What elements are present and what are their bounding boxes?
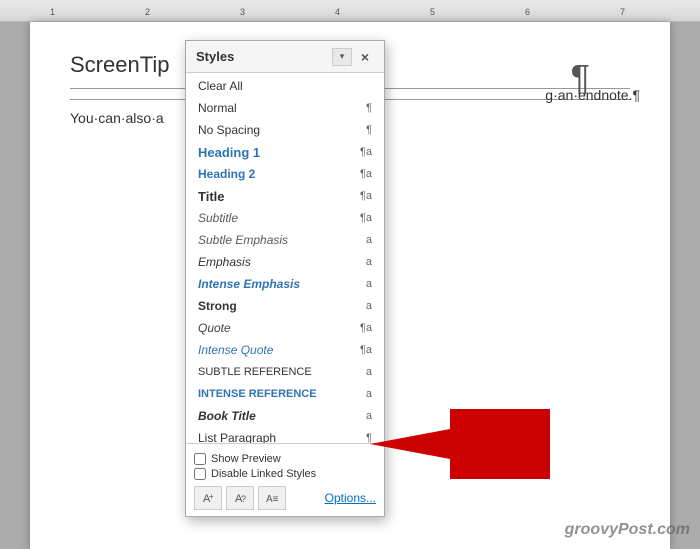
style-item-label: Quote: [198, 321, 231, 335]
style-item-subtitle[interactable]: Subtitle ¶a: [186, 207, 384, 229]
panel-dropdown-button[interactable]: ▾: [332, 48, 352, 66]
style-type-icon: ¶: [356, 102, 372, 114]
manage-styles-icon: A≡: [265, 491, 279, 505]
disable-linked-checkbox-row[interactable]: Disable Linked Styles: [194, 468, 376, 480]
manage-styles-button[interactable]: A≡: [258, 486, 286, 510]
show-preview-checkbox[interactable]: [194, 453, 206, 465]
style-item-label: Subtitle: [198, 211, 238, 225]
style-item-label: Clear All: [198, 79, 243, 93]
style-item-clear-all[interactable]: Clear All: [186, 75, 384, 97]
show-preview-checkbox-row[interactable]: Show Preview: [194, 453, 376, 465]
ruler-mark: 6: [525, 7, 530, 17]
style-type-icon: a: [356, 234, 372, 246]
style-item-label: Intense Emphasis: [198, 277, 300, 291]
style-item-label: Book Title: [198, 409, 256, 423]
style-item-label: Title: [198, 189, 225, 204]
style-item-label: Normal: [198, 101, 237, 115]
styles-list: Clear AllNormal¶No Spacing¶Heading 1¶aHe…: [186, 73, 384, 443]
new-style-icon: A +: [201, 491, 215, 505]
ruler-mark: 2: [145, 7, 150, 17]
ruler-mark: 3: [240, 7, 245, 17]
style-type-icon: a: [356, 388, 372, 400]
style-item-subtle-reference[interactable]: Subtle Reference a: [186, 361, 384, 383]
style-item-subtle-emphasis[interactable]: Subtle Emphasis a: [186, 229, 384, 251]
style-item-quote[interactable]: Quote ¶a: [186, 317, 384, 339]
style-item-intense-quote[interactable]: Intense Quote ¶a: [186, 339, 384, 361]
style-type-icon: a: [356, 278, 372, 290]
style-type-icon: a: [356, 256, 372, 268]
style-item-intense-reference[interactable]: Intense Reference a: [186, 383, 384, 405]
style-item-label: No Spacing: [198, 123, 260, 137]
style-type-icon: ¶a: [356, 168, 372, 180]
watermark: groovyPost.com: [565, 521, 690, 539]
style-item-no-spacing[interactable]: No Spacing ¶: [186, 119, 384, 141]
panel-title: Styles: [196, 49, 332, 64]
red-arrow-indicator: [370, 404, 550, 489]
style-inspector-icon: A ?: [233, 491, 247, 505]
ruler-mark: 5: [430, 7, 435, 17]
style-inspector-button[interactable]: A ?: [226, 486, 254, 510]
disable-linked-label: Disable Linked Styles: [211, 468, 316, 480]
ruler-mark: 1: [50, 7, 55, 17]
disable-linked-checkbox[interactable]: [194, 468, 206, 480]
style-item-label: List Paragraph: [198, 431, 276, 443]
style-type-icon: a: [356, 300, 372, 312]
style-item-label: Heading 1: [198, 145, 260, 160]
panel-header: Styles ▾ ×: [186, 41, 384, 73]
style-item-label: Subtle Reference: [198, 366, 312, 378]
style-type-icon: ¶a: [356, 146, 372, 158]
panel-close-button[interactable]: ×: [356, 48, 374, 66]
new-style-button[interactable]: A +: [194, 486, 222, 510]
style-item-label: Intense Quote: [198, 343, 273, 357]
style-item-label: Emphasis: [198, 255, 251, 269]
svg-text:+: +: [209, 492, 214, 501]
style-item-label: Subtle Emphasis: [198, 233, 288, 247]
style-item-strong[interactable]: Strong a: [186, 295, 384, 317]
style-item-heading-2[interactable]: Heading 2 ¶a: [186, 163, 384, 185]
style-item-emphasis[interactable]: Emphasis a: [186, 251, 384, 273]
style-item-intense-emphasis[interactable]: Intense Emphasis a: [186, 273, 384, 295]
style-type-icon: ¶a: [356, 344, 372, 356]
ruler-mark: 7: [620, 7, 625, 17]
style-type-icon: ¶: [356, 124, 372, 136]
options-link[interactable]: Options...: [325, 491, 376, 505]
style-type-icon: ¶a: [356, 190, 372, 202]
style-item-list-paragraph[interactable]: List Paragraph¶: [186, 427, 384, 443]
style-type-icon: ¶a: [356, 212, 372, 224]
styles-panel: Styles ▾ × Clear All Normal ¶ No Spacing ¶ He…: [185, 40, 385, 517]
endnote-text: g·an·endnote.¶: [545, 87, 640, 103]
footer-buttons: A + A ? A≡ Options...: [194, 486, 376, 510]
style-type-icon: ¶a: [356, 322, 372, 334]
svg-text:A≡: A≡: [266, 494, 279, 505]
style-item-heading-1[interactable]: Heading 1 ¶a: [186, 141, 384, 163]
style-item-label: Heading 2: [198, 167, 255, 181]
style-item-title[interactable]: Title ¶a: [186, 185, 384, 207]
panel-footer: Show Preview Disable Linked Styles A + A…: [186, 443, 384, 516]
style-item-book-title[interactable]: Book Titlea: [186, 405, 384, 427]
style-item-label: Strong: [198, 299, 237, 313]
ruler: 1 2 3 4 5 6 7: [0, 0, 700, 22]
style-type-icon: a: [356, 366, 372, 378]
style-item-label: Intense Reference: [198, 388, 317, 400]
show-preview-label: Show Preview: [211, 453, 281, 465]
style-item-normal[interactable]: Normal ¶: [186, 97, 384, 119]
ruler-mark: 4: [335, 7, 340, 17]
svg-text:?: ?: [241, 494, 246, 504]
